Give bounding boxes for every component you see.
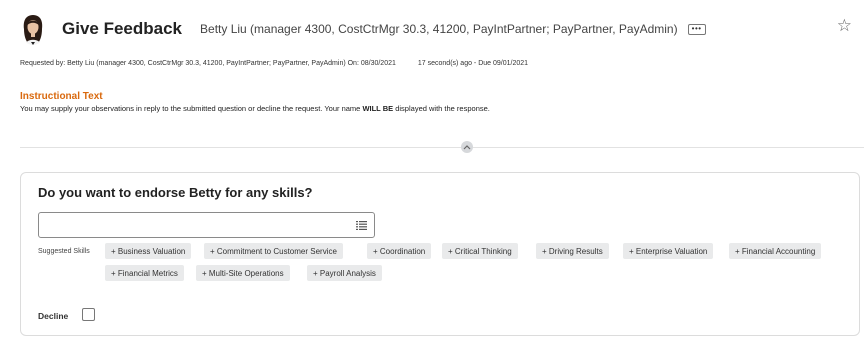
instructional-title: Instructional Text xyxy=(20,91,103,102)
chevron-up-icon xyxy=(463,145,471,150)
skill-chip-financial-accounting[interactable]: + Financial Accounting xyxy=(729,243,822,259)
skill-chip-business-valuation[interactable]: + Business Valuation xyxy=(105,243,192,259)
decline-label: Decline xyxy=(38,311,69,321)
request-details: Requested by: Betty Liu (manager 4300, C… xyxy=(20,60,528,67)
decline-checkbox[interactable] xyxy=(82,308,95,321)
skill-chip-payroll-analysis[interactable]: + Payroll Analysis xyxy=(307,265,382,281)
section-divider xyxy=(20,147,864,148)
skill-chip-critical-thinking[interactable]: + Critical Thinking xyxy=(442,243,518,259)
favorite-star-icon[interactable]: ☆ xyxy=(837,17,852,34)
more-options-button[interactable]: ••• xyxy=(687,23,706,35)
requested-by-text: Requested by: Betty Liu (manager 4300, C… xyxy=(20,60,396,67)
question-text: Do you want to endorse Betty for any ski… xyxy=(38,185,313,200)
list-icon[interactable] xyxy=(356,221,367,230)
due-text: 17 second(s) ago - Due 09/01/2021 xyxy=(417,60,529,67)
more-icon: ••• xyxy=(691,24,702,33)
page-title: Give Feedback xyxy=(62,19,183,38)
instructional-text-part: displayed with the response. xyxy=(393,104,490,113)
requester-context: Betty Liu (manager 4300, CostCtrMgr 30.3… xyxy=(200,22,678,36)
instructional-text-part: You may supply your observations in repl… xyxy=(20,104,363,113)
question-card: Do you want to endorse Betty for any ski… xyxy=(20,172,860,336)
skill-chip-customer-service[interactable]: + Commitment to Customer Service xyxy=(204,243,343,259)
skill-chip-financial-metrics[interactable]: + Financial Metrics xyxy=(105,265,184,281)
instructional-text: You may supply your observations in repl… xyxy=(20,104,490,113)
skill-chip-driving-results[interactable]: + Driving Results xyxy=(536,243,609,259)
skills-input[interactable] xyxy=(38,212,375,238)
suggested-skills-label: Suggested Skills xyxy=(38,248,90,255)
instructional-text-bold: WILL BE xyxy=(362,104,394,113)
avatar[interactable] xyxy=(20,13,46,45)
page-header: Give Feedback Betty Liu (manager 4300, C… xyxy=(20,12,860,46)
skill-chip-multi-site-operations[interactable]: + Multi-Site Operations xyxy=(196,265,290,281)
skill-chip-coordination[interactable]: + Coordination xyxy=(367,243,432,259)
collapse-button[interactable] xyxy=(461,141,473,153)
skill-chip-enterprise-valuation[interactable]: + Enterprise Valuation xyxy=(623,243,714,259)
